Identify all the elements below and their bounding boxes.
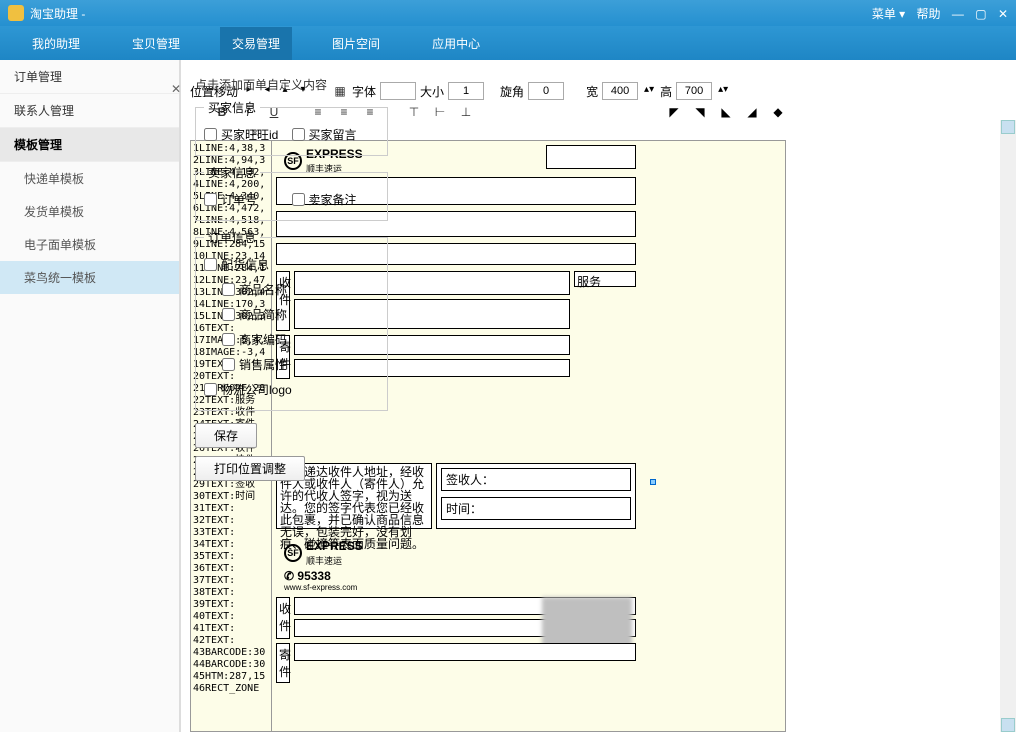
box-signature[interactable]: 签收人： 时间： xyxy=(436,463,636,529)
h-step-icon[interactable]: ▴▾ xyxy=(716,84,730,98)
menubar: 我的助理 宝贝管理 交易管理 图片空间 应用中心 xyxy=(0,26,1016,60)
selection-handle-icon[interactable] xyxy=(650,479,656,485)
seller-group: 卖家信息 订单号 卖家备注 xyxy=(195,164,388,221)
chk-buyer-comment[interactable]: 买家留言 xyxy=(292,122,380,147)
close-icon[interactable]: ✕ xyxy=(998,7,1008,21)
tool-tag-icon[interactable]: ◆ xyxy=(770,104,786,120)
sidebar-order-mgmt[interactable]: 订单管理 xyxy=(0,60,179,94)
size-label: 大小 xyxy=(420,83,444,100)
tab-apps[interactable]: 应用中心 xyxy=(420,27,492,60)
sidebar-sub-cainiao[interactable]: 菜鸟统一模板 xyxy=(0,261,179,294)
buyer-group: 买家信息 买家旺旺id 买家留言 xyxy=(195,99,388,156)
chk-order-no[interactable]: 订单号 xyxy=(204,187,292,212)
chk-logo[interactable]: 物流公司logo xyxy=(204,377,379,402)
box-topsmall[interactable] xyxy=(546,145,636,169)
w-step-icon[interactable]: ▴▾ xyxy=(642,84,656,98)
scroll-down-icon[interactable] xyxy=(1001,718,1015,732)
chk-seller-remark[interactable]: 卖家备注 xyxy=(292,187,380,212)
box-service[interactable]: 服务 xyxy=(574,271,636,287)
tab-my-assistant[interactable]: 我的助理 xyxy=(20,27,92,60)
tool-se-icon[interactable]: ◢ xyxy=(744,104,760,120)
valign-mid-icon[interactable]: ⊢ xyxy=(432,104,448,120)
adjust-button[interactable]: 打印位置调整 xyxy=(195,456,305,481)
scroll-up-icon[interactable] xyxy=(1001,120,1015,134)
valign-bot-icon[interactable]: ⊥ xyxy=(458,104,474,120)
width-input[interactable] xyxy=(602,82,638,100)
tab-images[interactable]: 图片空间 xyxy=(320,27,392,60)
menu-dropdown[interactable]: 菜单 ▾ xyxy=(872,7,905,21)
tab-goods[interactable]: 宝贝管理 xyxy=(120,27,192,60)
chk-shipinfo[interactable]: 配货信息 xyxy=(204,252,379,277)
tool-ne-icon[interactable]: ◥ xyxy=(692,104,708,120)
app-logo-icon xyxy=(8,5,24,21)
sidebar: 订单管理 联系人管理 模板管理 快递单模板 发货单模板 电子面单模板 菜鸟统一模… xyxy=(0,60,180,732)
height-input[interactable] xyxy=(676,82,712,100)
order-group: 订单信息 配货信息 商品名称 商品简称 商家编码 销售属性 物流公司logo xyxy=(195,229,388,411)
sidebar-sub-ewaybill[interactable]: 电子面单模板 xyxy=(0,228,179,261)
tool-sw-icon[interactable]: ◣ xyxy=(718,104,734,120)
maximize-icon[interactable]: ▢ xyxy=(975,7,986,21)
rotate-input[interactable] xyxy=(528,82,564,100)
app-title: 淘宝助理 - xyxy=(30,5,85,22)
save-button[interactable]: 保存 xyxy=(195,423,257,448)
titlebar: 淘宝助理 - 菜单 ▾ 帮助 — ▢ ✕ xyxy=(0,0,1016,26)
valign-top-icon[interactable]: ⊤ xyxy=(406,104,422,120)
sidebar-template-mgmt[interactable]: 模板管理 xyxy=(0,128,179,162)
sidebar-contact-mgmt[interactable]: 联系人管理 xyxy=(0,94,179,128)
sidebar-sub-express[interactable]: 快递单模板 xyxy=(0,162,179,195)
height-label: 高 xyxy=(660,83,672,100)
chk-goods-sku[interactable]: 商家编码 xyxy=(222,327,379,352)
panel-close-icon[interactable]: ✕ xyxy=(171,82,181,96)
tab-trade[interactable]: 交易管理 xyxy=(220,27,292,60)
tool-nw-icon[interactable]: ◤ xyxy=(666,104,682,120)
minimize-icon[interactable]: — xyxy=(952,7,964,21)
chk-goods-attr[interactable]: 销售属性 xyxy=(222,352,379,377)
help-link[interactable]: 帮助 xyxy=(917,7,941,21)
size-input[interactable] xyxy=(448,82,484,100)
width-label: 宽 xyxy=(586,83,598,100)
chk-goods-short[interactable]: 商品简称 xyxy=(222,302,379,327)
rotate-label: 旋角 xyxy=(500,83,524,100)
chk-goods-name[interactable]: 商品名称 xyxy=(222,277,379,302)
chk-buyer-wangwang[interactable]: 买家旺旺id xyxy=(204,122,292,147)
panel-title: 点击添加面单自定义内容 xyxy=(195,76,388,93)
right-panel: ✕ 点击添加面单自定义内容 买家信息 买家旺旺id 买家留言 卖家信息 订单号 … xyxy=(180,60,400,732)
sidebar-sub-shipping[interactable]: 发货单模板 xyxy=(0,195,179,228)
vertical-scrollbar[interactable] xyxy=(1000,120,1016,732)
